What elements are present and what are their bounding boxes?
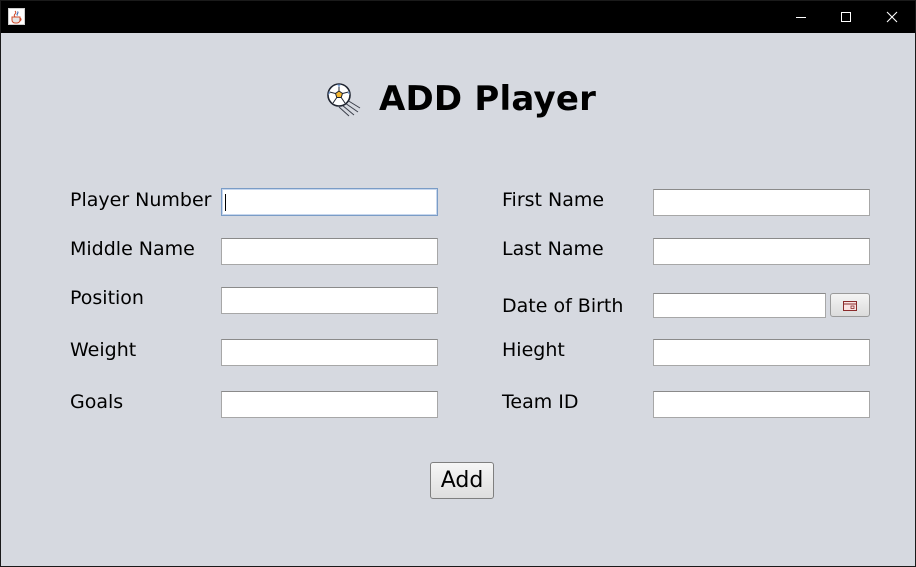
date-picker-button[interactable] (830, 293, 870, 317)
minimize-icon (795, 8, 807, 27)
date-of-birth-label: Date of Birth (502, 295, 624, 317)
app-window: ADD Player Player Number Middle Name Pos… (0, 0, 916, 567)
first-name-label: First Name (502, 189, 605, 211)
page-title: ADD Player (379, 79, 597, 119)
team-id-input[interactable] (653, 391, 870, 418)
title-bar[interactable] (1, 1, 915, 33)
last-name-input[interactable] (653, 238, 870, 265)
player-number-label: Player Number (70, 189, 212, 211)
maximize-button[interactable] (823, 1, 869, 33)
maximize-icon (840, 8, 852, 27)
close-button[interactable] (869, 1, 915, 33)
text-caret (225, 194, 226, 211)
height-label: Hieght (502, 339, 565, 361)
goals-input[interactable] (221, 391, 438, 418)
weight-input[interactable] (221, 339, 438, 366)
middle-name-input[interactable] (221, 238, 438, 265)
date-of-birth-input[interactable] (653, 293, 826, 318)
add-button[interactable]: Add (430, 462, 494, 499)
minimize-button[interactable] (778, 1, 824, 33)
calendar-icon (843, 296, 857, 315)
position-input[interactable] (221, 287, 438, 314)
page-heading: ADD Player (325, 75, 596, 123)
goals-label: Goals (70, 391, 124, 413)
close-icon (886, 8, 898, 27)
first-name-input[interactable] (653, 189, 870, 216)
team-id-label: Team ID (502, 391, 579, 413)
soccer-ball-icon (325, 81, 361, 117)
position-label: Position (70, 287, 144, 309)
height-input[interactable] (653, 339, 870, 366)
last-name-label: Last Name (502, 238, 604, 260)
java-cup-icon[interactable] (8, 8, 25, 25)
middle-name-label: Middle Name (70, 238, 195, 260)
player-number-input[interactable] (221, 188, 438, 216)
weight-label: Weight (70, 339, 137, 361)
